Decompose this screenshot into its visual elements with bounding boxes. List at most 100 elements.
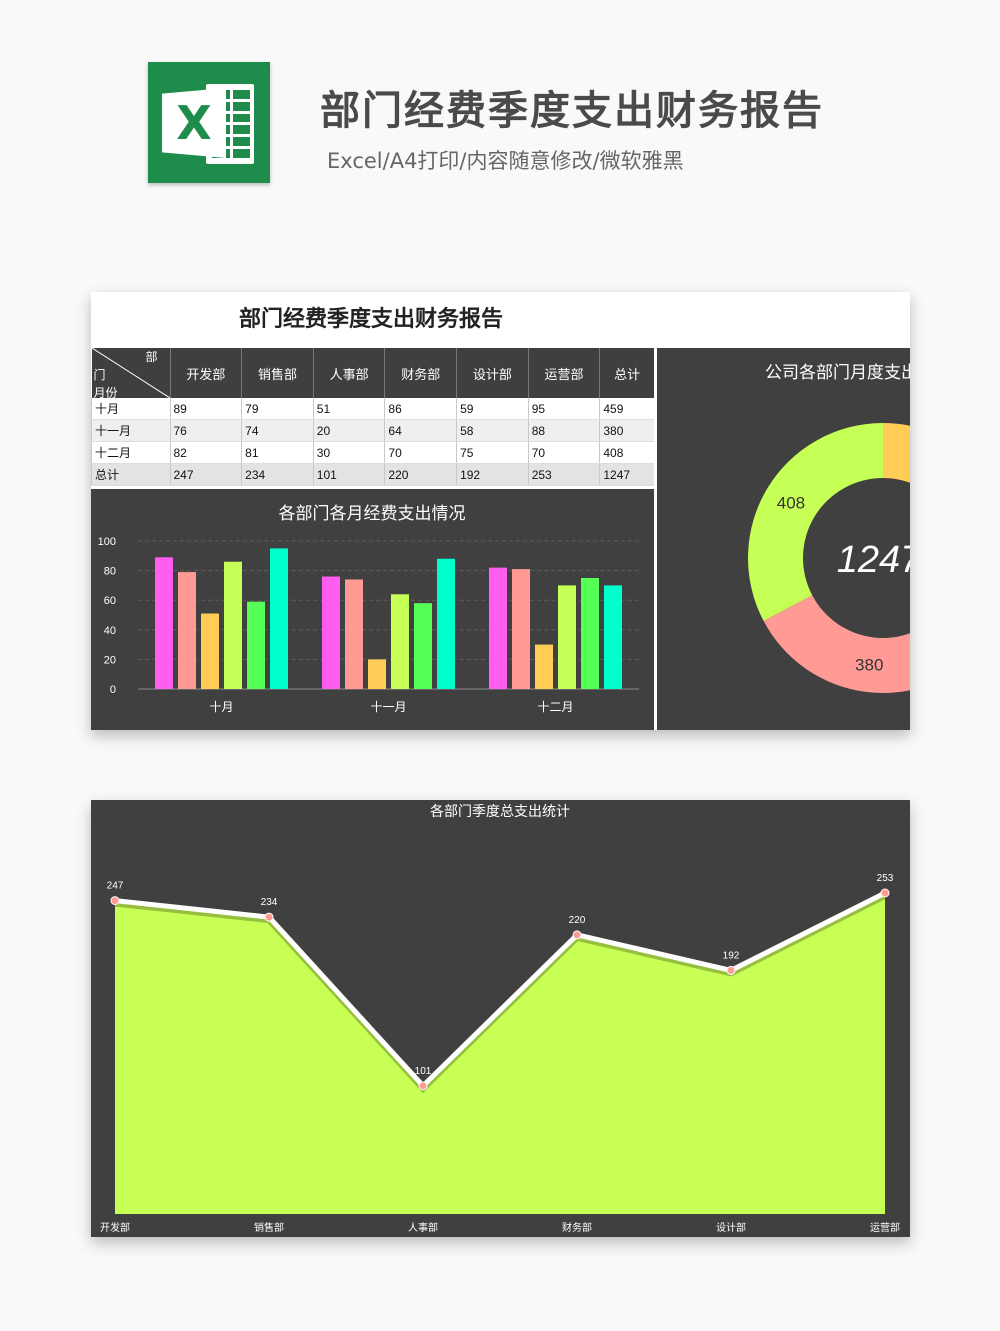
area-chart-panel: 各部门季度总支出统计 247 开发部 234 销售部 101 人事部 220 财务部 192 设计部… [91, 800, 910, 1237]
donut-slice [748, 423, 883, 621]
bar-chart: 各部门各月经费支出情况 0 20 40 60 80 100 十月 十一月 十二月 [98, 504, 639, 714]
table-cell: 1247 [599, 463, 654, 486]
column-header: 财务部 [384, 348, 457, 398]
table-cell: 380 [599, 419, 654, 442]
data-label: 220 [569, 915, 586, 926]
bar-chart-title: 各部门各月经费支出情况 [279, 504, 466, 523]
table-cell: 234 [241, 463, 314, 486]
bar [224, 561, 242, 689]
corner-label-mid: 门 [93, 368, 106, 382]
table-cell: 70 [527, 441, 600, 464]
data-point [264, 912, 274, 922]
data-point [880, 888, 890, 898]
data-point [572, 930, 582, 940]
area-fill [115, 893, 885, 1214]
corner-label-bottom: 月份 [93, 386, 118, 400]
table-cell: 70 [384, 441, 457, 464]
bar [558, 585, 576, 689]
column-header: 人事部 [312, 348, 385, 398]
bar [489, 567, 507, 689]
table-header-row: 部 门 月份 开发部 销售部 人事部 财务部 设计部 运营部 总计 [91, 348, 654, 400]
donut-slice [883, 423, 910, 483]
column-header: 总计 [599, 348, 654, 398]
bar [155, 557, 173, 689]
table-cell: 89 [169, 398, 242, 420]
column-header: 设计部 [456, 348, 529, 398]
donut-center-value: 1247 [837, 539, 910, 581]
table-cell: 30 [312, 441, 385, 464]
data-label: 101 [415, 1066, 432, 1077]
y-tick-label: 0 [110, 684, 116, 696]
table-cell: 20 [312, 419, 385, 442]
bar [322, 576, 340, 689]
data-label: 247 [107, 881, 124, 892]
data-label: 192 [723, 950, 740, 961]
table-cell: 74 [241, 419, 314, 442]
table-cell: 192 [456, 463, 529, 486]
bar [512, 569, 530, 689]
y-tick-label: 80 [104, 566, 116, 578]
table-cell: 64 [384, 419, 457, 442]
table-cell: 81 [241, 441, 314, 464]
bar [178, 572, 196, 689]
y-tick-label: 60 [104, 595, 116, 607]
row-label: 十二月 [91, 441, 170, 464]
y-tick-label: 20 [104, 654, 116, 666]
table-cell: 76 [169, 419, 242, 442]
report-title: 部门经费季度支出财务报告 [238, 307, 503, 332]
bar [604, 585, 622, 689]
row-label: 十月 [91, 398, 170, 420]
area-chart: 各部门季度总支出统计 247 开发部 234 销售部 101 人事部 220 财务部 192 设计部… [100, 803, 900, 1234]
slice-label: 408 [777, 493, 805, 512]
table-row: 十月 89 79 51 86 59 95 459 [91, 398, 654, 420]
table-cell: 247 [169, 463, 242, 486]
slice-label: 380 [855, 656, 883, 675]
bar [535, 644, 553, 689]
report-card: 部门经费季度支出财务报告 部 门 月份 开发部 销售部 人事部 财务部 设计部 … [91, 292, 910, 730]
data-label: 253 [877, 873, 894, 884]
donut-chart-panel: 公司各部门月度支出4593804081247 [657, 348, 910, 730]
table-cell: 75 [456, 441, 529, 464]
data-point [110, 896, 120, 906]
x-category-label: 十二月 [537, 700, 573, 714]
data-point [726, 965, 736, 975]
bar [437, 558, 455, 689]
table-cell: 58 [456, 419, 529, 442]
table-cell: 82 [169, 441, 242, 464]
table-cell: 59 [456, 398, 529, 420]
row-label: 十一月 [91, 419, 170, 442]
column-header: 销售部 [241, 348, 314, 398]
bar [391, 594, 409, 689]
table-cell: 86 [384, 398, 457, 420]
table-cell: 88 [527, 419, 600, 442]
column-header: 开发部 [169, 348, 242, 398]
bar-chart-panel: 各部门各月经费支出情况 0 20 40 60 80 100 十月 十一月 十二月 [91, 489, 654, 730]
x-category-label: 开发部 [100, 1221, 130, 1234]
bar [581, 578, 599, 689]
x-category-label: 运营部 [870, 1221, 900, 1234]
x-category-label: 销售部 [254, 1221, 284, 1234]
data-label: 234 [261, 897, 278, 908]
table-row: 十二月 82 81 30 70 75 70 408 [91, 441, 654, 464]
bar [247, 601, 265, 689]
bar [201, 613, 219, 689]
table-cell: 95 [527, 398, 600, 420]
donut-chart: 公司各部门月度支出4593804081247 [748, 363, 910, 693]
x-category-label: 十一月 [370, 700, 406, 714]
bar [414, 603, 432, 689]
table-cell: 459 [599, 398, 654, 420]
row-label: 总计 [91, 463, 170, 486]
area-chart-title: 各部门季度总支出统计 [430, 803, 570, 819]
donut-slice [763, 595, 910, 693]
x-category-label: 财务部 [562, 1221, 592, 1234]
logo-letter: X [162, 88, 226, 158]
table-cell: 51 [312, 398, 385, 420]
y-tick-label: 100 [98, 536, 116, 548]
data-point [418, 1081, 428, 1091]
table-total-row: 总计 247 234 101 220 192 253 1247 [91, 463, 654, 486]
corner-label-top: 部 [145, 350, 158, 364]
table-row: 十一月 76 74 20 64 58 88 380 [91, 419, 654, 442]
table-cell: 79 [241, 398, 314, 420]
table-cell: 408 [599, 441, 654, 464]
x-category-label: 十月 [209, 700, 233, 714]
